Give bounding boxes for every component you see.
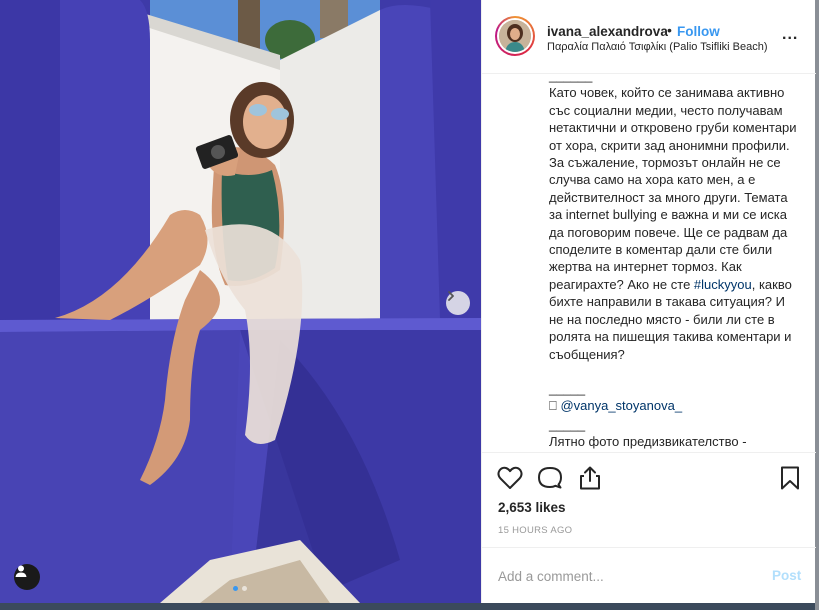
follow-button[interactable]: Follow (677, 24, 720, 39)
caption-body: Като човек, който се занимава активно съ… (549, 85, 797, 362)
more-options-button[interactable]: ... (782, 26, 798, 44)
likes-count[interactable]: 2,653 likes (498, 500, 566, 515)
carousel-next-button[interactable] (446, 291, 470, 315)
post-comment-button[interactable]: Post (772, 568, 801, 583)
post-username[interactable]: ivana_alexandrova (547, 24, 668, 39)
bookmark-icon[interactable] (776, 464, 804, 492)
avatar[interactable] (495, 16, 535, 56)
instagram-post-modal: ivana_alexandrova • Follow Παραλία Παλαι… (0, 0, 819, 610)
user-tag-icon (15, 565, 27, 577)
avatar-image (499, 20, 531, 52)
carousel-dot-active (233, 586, 238, 591)
comment-bar: Post (482, 547, 816, 603)
user-tags-button[interactable] (14, 564, 40, 590)
carousel-dot (242, 586, 247, 591)
post-caption: ______ Като човек, който се занимава акт… (549, 75, 799, 451)
post-side-panel: ivana_alexandrova • Follow Παραλία Παλαι… (481, 0, 816, 603)
post-header: ivana_alexandrova • Follow Παραλία Παλαι… (482, 0, 816, 74)
heart-icon[interactable] (496, 464, 524, 492)
caption-scroll-area[interactable]: ______ Като човек, който се занимава акт… (482, 75, 816, 453)
hashtag-link[interactable]: #luckyyou (694, 277, 752, 292)
caption-divider: _____ (549, 416, 586, 432)
caption-cutoff-line: Лятно фото предизвикателство - (549, 434, 747, 450)
share-icon[interactable] (576, 464, 604, 492)
background-strip (0, 603, 819, 610)
caption-divider: ______ (549, 75, 593, 83)
caption-divider: _____ (549, 380, 586, 396)
chevron-right-icon (448, 291, 454, 301)
post-location[interactable]: Παραλία Παλαιό Τσιφλίκι (Palio Tsifliki … (547, 41, 768, 53)
action-bar (482, 455, 816, 501)
comment-bubble-icon[interactable] (536, 464, 564, 492)
caption-mention-line: ⎕ @vanya_stoyanova_ (549, 397, 799, 415)
photo-illustration (0, 0, 481, 603)
mention-link[interactable]: @vanya_stoyanova_ (560, 398, 682, 413)
separator-dot: • (667, 22, 672, 38)
camera-emoji-icon: ⎕ (549, 399, 557, 415)
comment-input[interactable] (498, 565, 758, 587)
post-photo[interactable] (0, 0, 481, 603)
post-timestamp[interactable]: 15 HOURS AGO (498, 525, 572, 536)
